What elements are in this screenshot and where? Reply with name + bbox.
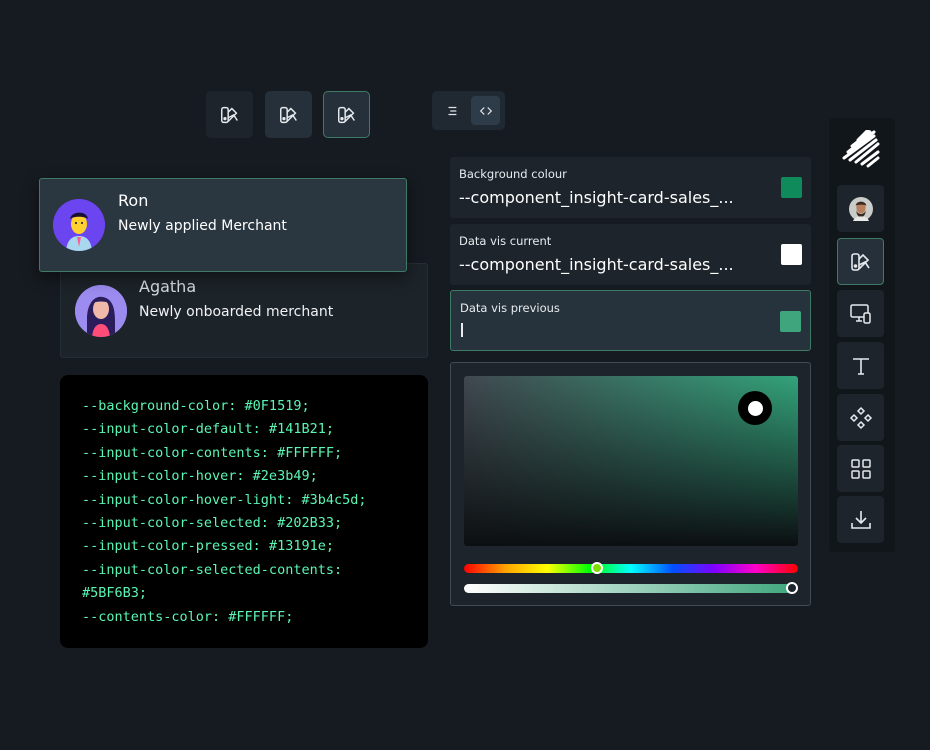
text-icon <box>852 357 869 375</box>
grid-icon <box>850 458 871 479</box>
palette-icon <box>279 106 297 123</box>
code-line: --input-color-hover-light: #3b4c5d; <box>82 491 367 508</box>
palette-button-1[interactable] <box>206 91 253 138</box>
palette-icon <box>337 106 355 123</box>
download-icon <box>850 510 871 529</box>
code-line: --input-color-contents: #FFFFFF; <box>82 444 343 461</box>
color-swatch[interactable] <box>781 244 802 265</box>
code-icon <box>479 106 492 115</box>
palette-icon <box>220 106 238 123</box>
code-line: --input-color-pressed: #13191e; <box>82 538 334 555</box>
palette-rail-button[interactable] <box>837 238 884 285</box>
text-cursor <box>461 323 463 337</box>
palette-button-3[interactable] <box>323 91 370 138</box>
card-subtitle: Newly applied Merchant <box>118 218 287 234</box>
code-line: --contents-color: #FFFFFF; <box>82 608 294 625</box>
data-vis-previous-field[interactable]: Data vis previous <box>450 290 811 351</box>
color-swatch[interactable] <box>780 311 801 332</box>
opacity-slider-knob[interactable] <box>786 582 798 594</box>
download-rail-button[interactable] <box>837 496 884 543</box>
field-label: Data vis previous <box>460 301 560 315</box>
color-picker <box>450 362 811 606</box>
field-label: Data vis current <box>459 234 552 248</box>
card-subtitle: Newly onboarded merchant <box>139 304 334 320</box>
card-name: Ron <box>118 191 149 210</box>
field-label: Background colour <box>459 167 567 181</box>
code-line: --input-color-selected: #202B33; <box>82 515 343 532</box>
hue-slider[interactable] <box>464 564 798 573</box>
devices-icon <box>849 303 871 324</box>
card-name: Agatha <box>139 277 197 296</box>
profile-avatar-button[interactable] <box>837 185 884 232</box>
field-value: --component_insight-card-sales_... <box>459 188 734 207</box>
palette-icon <box>850 252 870 271</box>
code-line: #5BF6B3; <box>82 585 148 602</box>
merchant-card-ron[interactable]: Ron Newly applied Merchant <box>39 178 407 272</box>
tool-rail <box>829 118 895 552</box>
avatar <box>848 196 873 221</box>
avatar <box>75 285 127 337</box>
code-line: --input-color-default: #141B21; <box>82 421 334 438</box>
data-vis-current-field[interactable]: Data vis current --component_insight-car… <box>450 224 811 285</box>
devices-rail-button[interactable] <box>837 290 884 337</box>
code-line: --input-color-selected-contents: <box>82 561 343 578</box>
view-toggle <box>432 91 505 130</box>
components-icon <box>849 406 872 429</box>
hue-slider-knob[interactable] <box>591 562 603 574</box>
list-icon <box>448 106 456 115</box>
text-rail-button[interactable] <box>837 342 884 389</box>
avatar <box>53 199 105 251</box>
saturation-handle[interactable] <box>738 391 772 425</box>
list-view-toggle[interactable] <box>437 96 466 125</box>
css-variables-code-block: --background-color: #0F1519; --input-col… <box>60 375 428 648</box>
opacity-slider[interactable] <box>464 584 798 593</box>
saturation-value-area[interactable] <box>464 376 798 546</box>
components-rail-button[interactable] <box>837 394 884 441</box>
grid-rail-button[interactable] <box>837 445 884 492</box>
palette-button-2[interactable] <box>265 91 312 138</box>
background-colour-field[interactable]: Background colour --component_insight-ca… <box>450 157 811 218</box>
field-value: --component_insight-card-sales_... <box>459 255 734 274</box>
logo-icon <box>842 128 882 170</box>
code-line: --background-color: #0F1519; <box>82 398 310 414</box>
code-view-toggle[interactable] <box>471 96 500 125</box>
code-line: --input-color-hover: #2e3b49; <box>82 468 318 485</box>
color-swatch[interactable] <box>781 177 802 198</box>
merchant-card-agatha[interactable]: Agatha Newly onboarded merchant <box>60 263 428 358</box>
